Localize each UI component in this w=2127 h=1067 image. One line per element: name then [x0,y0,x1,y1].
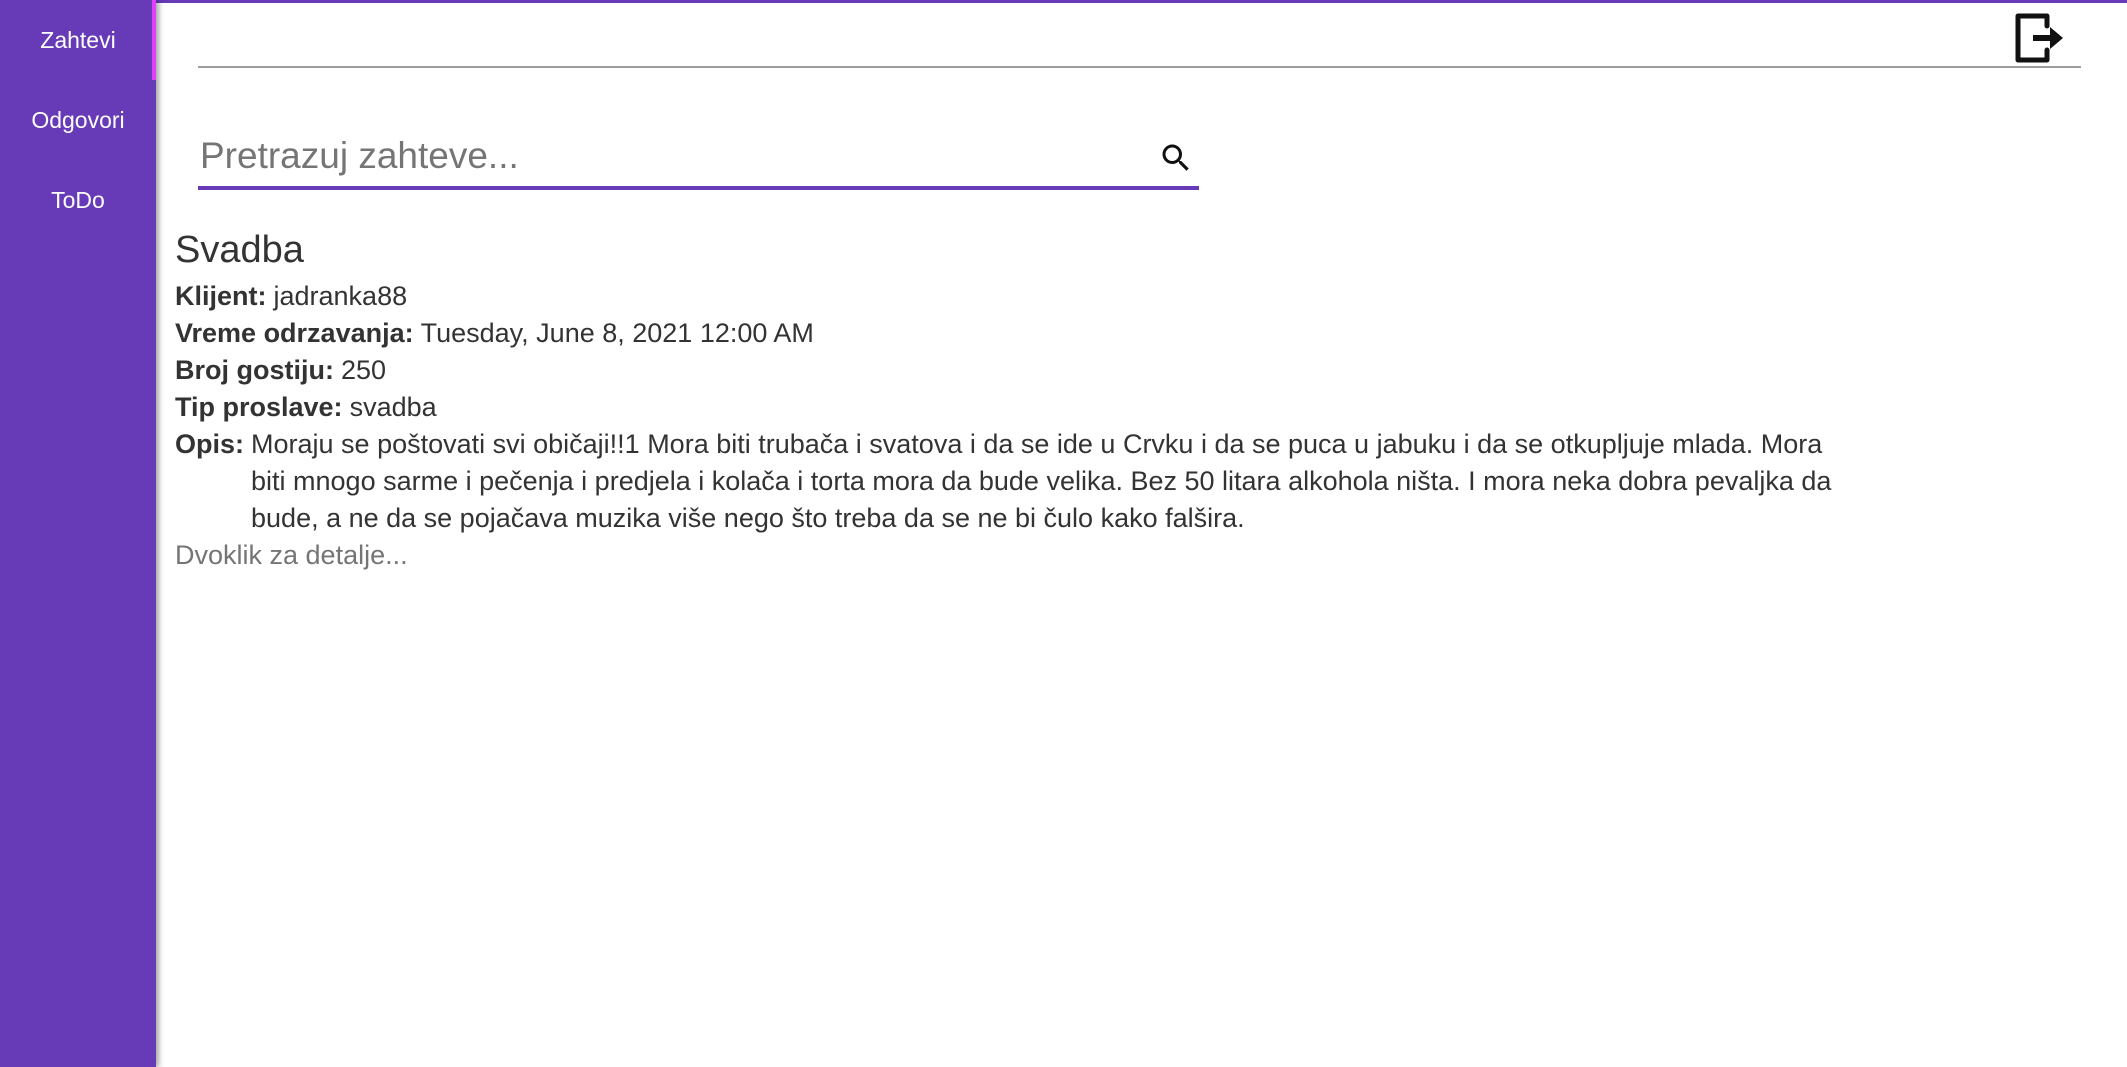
description-row: Opis: Moraju se poštovati svi običaji!!1… [175,426,1835,537]
sidebar-item-label: ToDo [51,186,105,213]
guests-value: 250 [340,355,387,385]
time-value: Tuesday, June 8, 2021 12:00 AM [420,318,814,348]
top-accent-bar [156,0,2127,3]
logout-button[interactable] [2011,10,2067,66]
type-row: Tip proslave: svadba [175,389,1835,426]
sidebar-item-label: Odgovori [31,106,125,133]
app-root: Zahtevi Odgovori ToDo Svadba Klijent: ja… [0,0,2127,1067]
time-label: Vreme odrzavanja: [175,318,414,348]
time-row: Vreme odrzavanja: Tuesday, June 8, 2021 … [175,315,1835,352]
sidebar-item-todo[interactable]: ToDo [0,160,156,240]
type-value: svadba [349,392,437,422]
search-bar [198,128,1199,190]
guests-label: Broj gostiju: [175,355,334,385]
search-icon[interactable] [1158,140,1194,176]
request-card[interactable]: Svadba Klijent: jadranka88 Vreme odrzava… [175,224,1835,574]
sidebar-item-label: Zahtevi [40,26,116,53]
description-label: Opis: [175,429,245,459]
client-row: Klijent: jadranka88 [175,278,1835,315]
sidebar-item-zahtevi[interactable]: Zahtevi [0,0,156,80]
search-input[interactable] [200,128,1100,184]
header-divider [198,66,2081,68]
sidebar: Zahtevi Odgovori ToDo [0,0,156,1067]
guests-row: Broj gostiju: 250 [175,352,1835,389]
sidebar-item-odgovori[interactable]: Odgovori [0,80,156,160]
description-value: Moraju se poštovati svi običaji!!1 Mora … [251,429,1832,533]
logout-icon [2015,13,2063,63]
client-label: Klijent: [175,281,267,311]
type-label: Tip proslave: [175,392,343,422]
request-title: Svadba [175,229,304,271]
details-hint: Dvoklik za detalje... [175,540,408,570]
client-value: jadranka88 [273,281,408,311]
